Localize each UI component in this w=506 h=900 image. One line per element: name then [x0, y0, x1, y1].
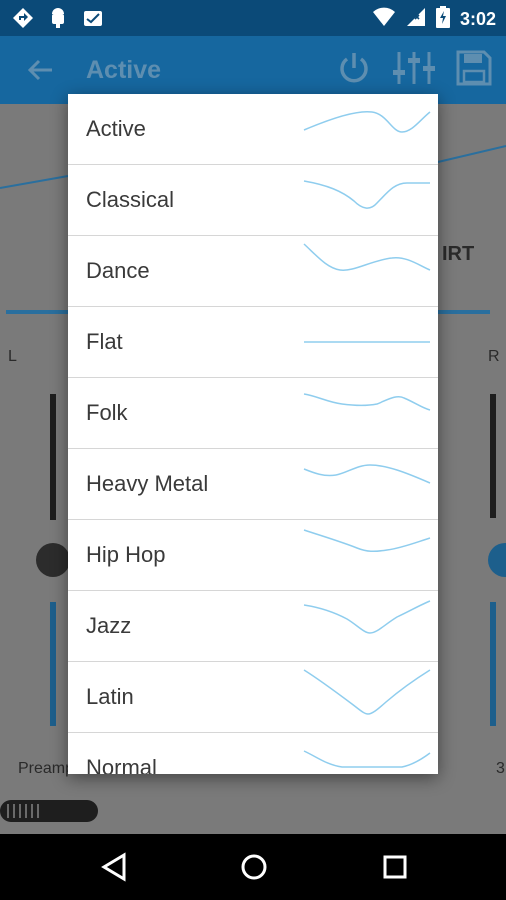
signal-icon: [406, 7, 426, 32]
preset-item-classical[interactable]: Classical: [68, 165, 438, 236]
wifi-icon: [372, 7, 396, 32]
preset-curve-normal: [303, 750, 431, 768]
preset-label: Jazz: [86, 613, 132, 638]
battery-icon: [435, 6, 450, 33]
android-icon: [48, 7, 68, 34]
right-channel-label: R: [488, 348, 500, 365]
preset-curve-hip-hop: [303, 529, 431, 553]
left-channel-label: L: [8, 348, 17, 365]
status-bar: 3:02: [0, 0, 506, 36]
navigation-icon: [12, 7, 34, 34]
power-icon[interactable]: [336, 50, 372, 91]
preset-label: Latin: [86, 684, 134, 709]
preset-label: Classical: [86, 187, 175, 212]
preset-label: Hip Hop: [86, 542, 166, 567]
right-edge-value: 3: [496, 760, 505, 777]
preset-curve-flat: [304, 341, 430, 343]
svg-text:IRT: IRT: [442, 243, 474, 265]
save-icon[interactable]: [456, 50, 492, 91]
app-title: Active: [86, 56, 162, 84]
preset-item-latin[interactable]: Latin: [68, 662, 438, 733]
preset-item-jazz[interactable]: Jazz: [68, 591, 438, 662]
preamp-label: Preamp: [18, 760, 75, 777]
home-circle-icon[interactable]: [239, 852, 269, 887]
preset-curve-heavy-metal: [303, 464, 431, 484]
preset-item-dance[interactable]: Dance: [68, 236, 438, 307]
preset-curve-dance: [303, 243, 431, 271]
preset-list-dialog: Active Classical Dance Flat Folk Heavy M…: [68, 94, 438, 774]
preset-curve-jazz: [303, 600, 431, 634]
preset-item-active[interactable]: Active: [68, 94, 438, 165]
preset-label: Active: [86, 116, 146, 141]
recents-square-icon[interactable]: [380, 852, 410, 887]
preset-label: Folk: [86, 400, 128, 425]
system-navigation-bar: [0, 834, 506, 900]
preset-label: Normal: [86, 755, 157, 774]
preset-label: Heavy Metal: [86, 471, 209, 496]
preset-curve-latin: [303, 669, 431, 715]
preset-curve-classical: [303, 180, 430, 209]
preset-item-hip-hop[interactable]: Hip Hop: [68, 520, 438, 591]
preset-label: Flat: [86, 329, 123, 354]
preset-curve-active: [303, 110, 431, 133]
back-triangle-icon[interactable]: [100, 852, 128, 887]
preset-item-normal[interactable]: Normal: [68, 733, 438, 774]
clock: 3:02: [459, 9, 496, 29]
preset-curve-folk: [303, 393, 431, 411]
preset-label: Dance: [86, 258, 150, 283]
inbox-icon: [82, 7, 104, 34]
preset-item-folk[interactable]: Folk: [68, 378, 438, 449]
back-arrow-icon[interactable]: [26, 56, 54, 89]
preset-item-heavy-metal[interactable]: Heavy Metal: [68, 449, 438, 520]
equalizer-sliders-icon[interactable]: [392, 50, 436, 91]
preset-item-flat[interactable]: Flat: [68, 307, 438, 378]
